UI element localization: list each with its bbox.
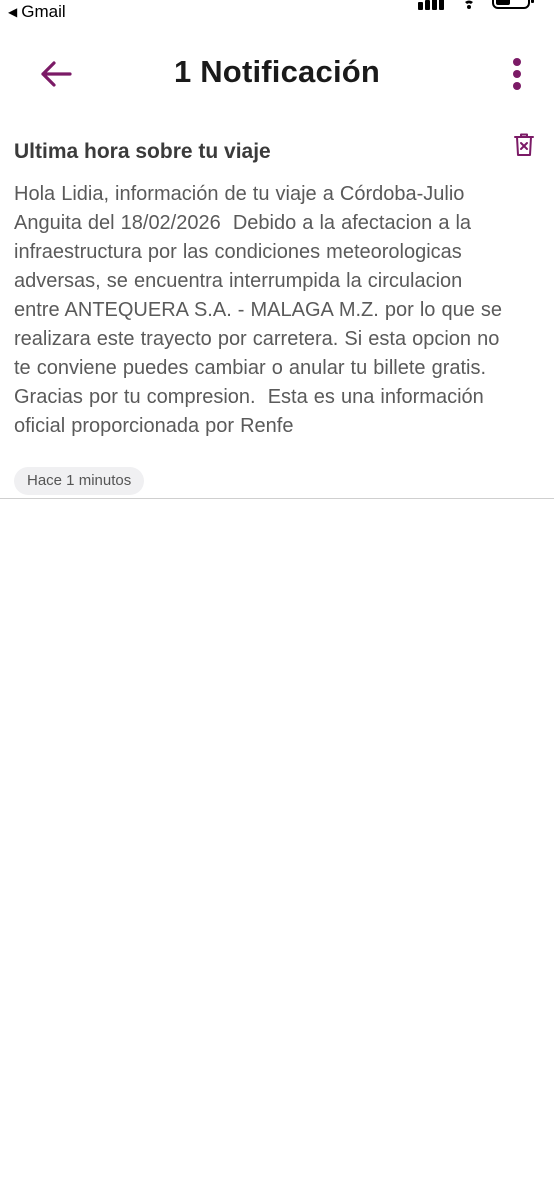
notification-time-chip: Hace 1 minutos (14, 467, 145, 495)
header: 1 Notificación (0, 44, 554, 104)
more-options-button[interactable] (502, 56, 532, 92)
notification-item[interactable]: Ultima hora sobre tu viaje Hola Lidia, i… (0, 126, 554, 499)
more-vertical-icon (513, 58, 521, 90)
notification-title: Ultima hora sobre tu viaje (14, 140, 271, 163)
status-bar: ◀ Gmail (0, 0, 554, 24)
back-app-label: Gmail (21, 2, 66, 21)
battery-icon (492, 0, 534, 9)
notification-body: Hola Lidia, información de tu viaje a Có… (14, 183, 503, 437)
signal-icon (418, 0, 444, 10)
page-title: 1 Notificación (173, 54, 381, 89)
back-triangle-icon: ◀ (8, 5, 18, 19)
status-back-to-app[interactable]: ◀ Gmail (8, 2, 66, 22)
wifi-icon (465, 0, 473, 9)
trash-icon (514, 133, 534, 156)
status-icons (416, 0, 536, 10)
delete-notification-button[interactable] (512, 132, 536, 158)
